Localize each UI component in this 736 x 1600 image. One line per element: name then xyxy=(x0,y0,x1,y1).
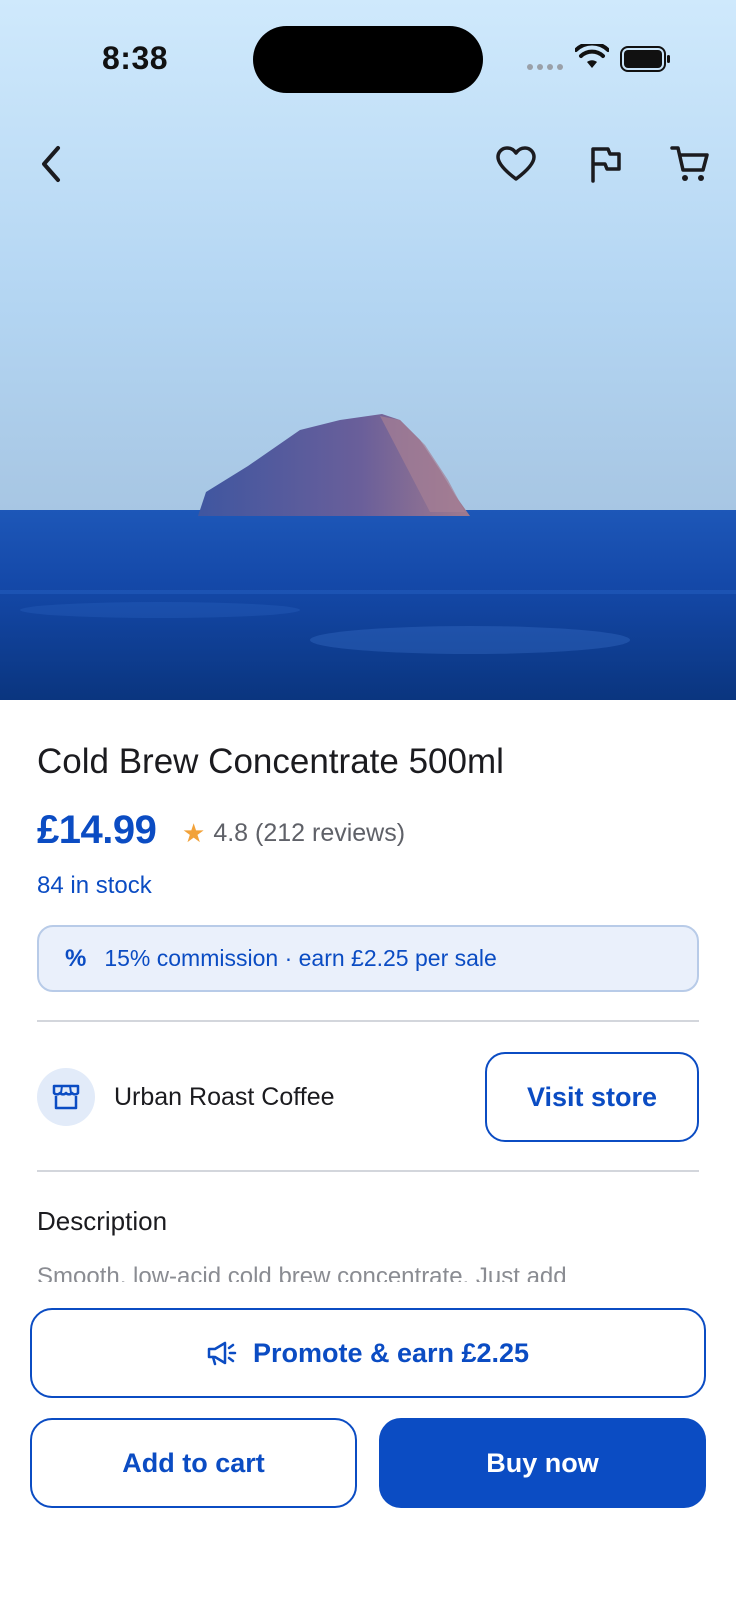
cart-icon xyxy=(670,146,709,181)
store-name[interactable]: Urban Roast Coffee xyxy=(114,1083,335,1112)
star-icon: ★ xyxy=(182,818,206,848)
stock-count: 84 in stock xyxy=(37,872,152,899)
report-button[interactable] xyxy=(577,136,633,192)
status-time: 8:38 xyxy=(102,40,169,76)
status-bar: 8:38 xyxy=(0,0,736,120)
promote-button[interactable]: Promote & earn £2.25 xyxy=(30,1308,706,1398)
commission-banner: % 15% commission · earn £2.25 per sale xyxy=(37,925,699,992)
divider xyxy=(37,1020,699,1022)
battery-icon xyxy=(620,46,670,72)
favorite-button[interactable] xyxy=(488,136,544,192)
bottom-action-bar: Promote & earn £2.25 Add to cart Buy now xyxy=(0,1290,736,1600)
description-text: Smooth, low-acid cold brew concentrate. … xyxy=(37,1263,567,1282)
product-rating: ★ 4.8 (212 reviews) xyxy=(182,818,405,849)
buy-now-button[interactable]: Buy now xyxy=(379,1418,706,1508)
heart-icon xyxy=(496,146,536,181)
description-heading: Description xyxy=(37,1206,168,1236)
promote-label: Promote & earn £2.25 xyxy=(252,1337,530,1368)
product-title: Cold Brew Concentrate 500ml xyxy=(37,742,504,781)
percent-icon: % xyxy=(65,944,87,972)
signal-icon xyxy=(527,64,563,70)
store-avatar[interactable] xyxy=(37,1068,95,1126)
flag-icon xyxy=(591,147,621,183)
product-price: £14.99 xyxy=(37,808,157,852)
commission-text: 15% commission · earn £2.25 per sale xyxy=(104,945,497,971)
megaphone-icon xyxy=(207,1341,237,1366)
cart-button[interactable] xyxy=(662,136,718,192)
back-button[interactable] xyxy=(24,136,80,192)
divider xyxy=(37,1170,699,1172)
add-to-cart-button[interactable]: Add to cart xyxy=(30,1418,357,1508)
storefront-icon xyxy=(52,1084,80,1110)
dynamic-island xyxy=(253,26,483,93)
chevron-left-icon xyxy=(42,146,60,182)
rating-text: 4.8 (212 reviews) xyxy=(213,819,406,847)
wifi-icon xyxy=(575,44,609,68)
visit-store-button[interactable]: Visit store xyxy=(485,1052,699,1142)
